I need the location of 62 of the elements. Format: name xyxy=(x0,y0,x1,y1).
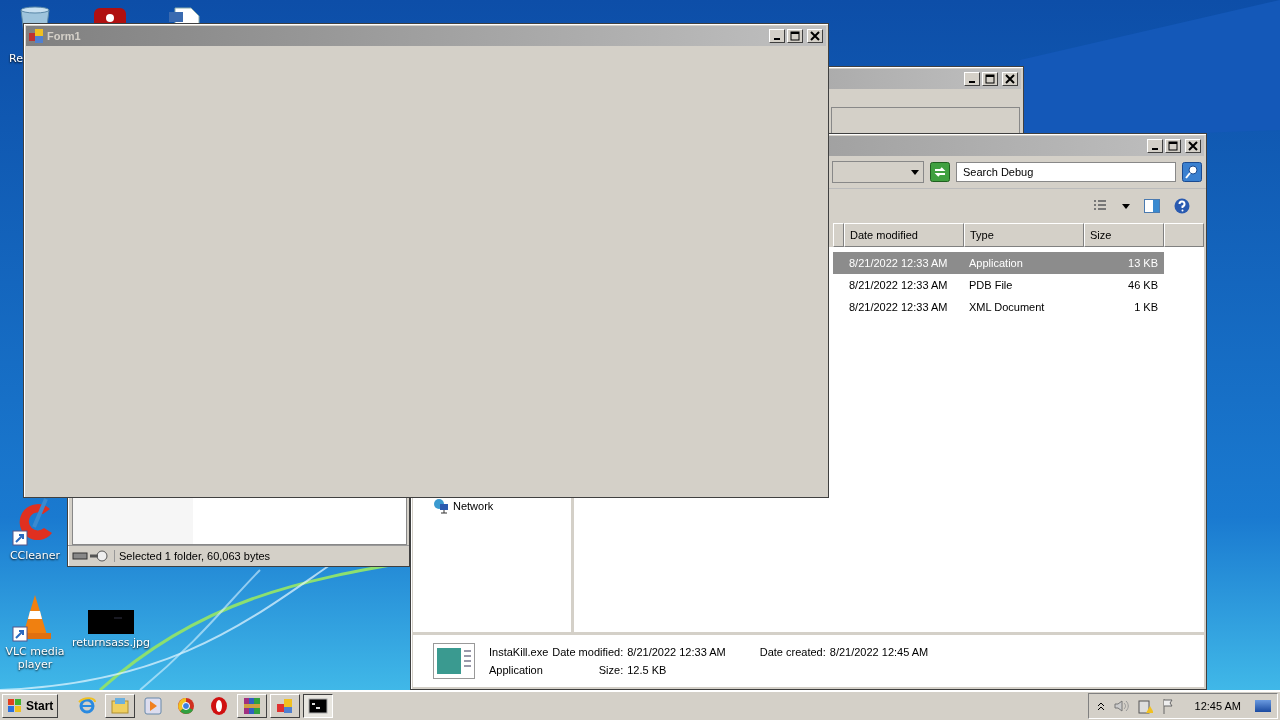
column-header[interactable] xyxy=(833,223,844,247)
minimize-icon xyxy=(1152,148,1158,150)
app-icon xyxy=(176,696,197,716)
network-icon xyxy=(433,498,449,514)
maximize-button[interactable] xyxy=(1165,139,1181,153)
detail-label: Size: xyxy=(597,664,624,676)
window-title: Form1 xyxy=(47,30,82,42)
clock[interactable]: 12:45 AM xyxy=(1194,700,1241,712)
close-icon xyxy=(1188,141,1198,151)
maximize-button[interactable] xyxy=(982,72,998,86)
column-header[interactable]: Size xyxy=(1084,223,1164,247)
chevron-icon[interactable] xyxy=(1096,701,1105,711)
refresh-button[interactable] xyxy=(930,162,950,182)
minimize-button[interactable] xyxy=(769,29,785,43)
minimize-button[interactable] xyxy=(964,72,980,86)
app-icon xyxy=(77,696,98,716)
start-button[interactable]: Start xyxy=(2,694,59,718)
close-icon xyxy=(810,31,820,41)
taskbar-button[interactable] xyxy=(303,694,334,718)
search-icon[interactable] xyxy=(1182,162,1202,182)
detail-label: Date modified: xyxy=(552,646,624,658)
app-icon xyxy=(308,696,329,716)
maximize-icon xyxy=(790,31,800,41)
close-button[interactable] xyxy=(807,29,823,43)
close-button[interactable] xyxy=(1185,139,1201,153)
file-name: InstaKill.exe xyxy=(489,646,549,658)
nav-item[interactable]: Network xyxy=(413,498,571,514)
image-thumbnail-icon xyxy=(88,610,134,634)
dropdown-arrow-icon xyxy=(911,169,919,175)
close-icon xyxy=(1005,74,1015,84)
file-type: Application xyxy=(489,664,544,676)
maximize-icon xyxy=(1168,141,1178,151)
desktop-icon-label[interactable]: Re xyxy=(9,52,23,65)
minimize-button[interactable] xyxy=(1147,139,1163,153)
app-icon xyxy=(29,29,43,43)
windows-logo-icon xyxy=(7,698,23,714)
help-icon[interactable] xyxy=(1174,198,1190,214)
detail-value: 8/21/2022 12:33 AM xyxy=(627,646,726,658)
minimize-icon xyxy=(969,81,975,83)
show-desktop-button[interactable] xyxy=(1255,700,1271,712)
app-icon xyxy=(209,696,230,716)
column-header[interactable]: Date modified xyxy=(844,223,964,247)
file-row[interactable]: 8/21/2022 12:33 AM PDB File 46 KB xyxy=(833,274,1204,296)
application-icon xyxy=(433,643,475,679)
desktop-icon-label[interactable]: CCleaner xyxy=(9,549,61,562)
column-header[interactable]: Type xyxy=(964,223,1084,247)
drive-icon xyxy=(72,549,110,563)
app-icon xyxy=(242,696,263,716)
detail-value: 12.5 KB xyxy=(627,664,668,676)
close-button[interactable] xyxy=(1002,72,1018,86)
status-text: Selected 1 folder, 60,063 bytes xyxy=(114,550,271,562)
app-icon xyxy=(143,696,164,716)
search-field[interactable]: Search Debug xyxy=(956,162,1176,182)
file-row[interactable]: 8/21/2022 12:33 AM XML Document 1 KB xyxy=(833,296,1204,318)
detail-value: 8/21/2022 12:45 AM xyxy=(829,646,929,658)
preview-pane-icon[interactable] xyxy=(1144,198,1160,214)
maximize-button[interactable] xyxy=(787,29,803,43)
detail-label: Date created: xyxy=(758,646,826,658)
dropdown-arrow-icon[interactable] xyxy=(1122,203,1130,209)
app-icon xyxy=(110,696,131,716)
minimize-icon xyxy=(774,38,780,40)
maximize-icon xyxy=(985,74,995,84)
